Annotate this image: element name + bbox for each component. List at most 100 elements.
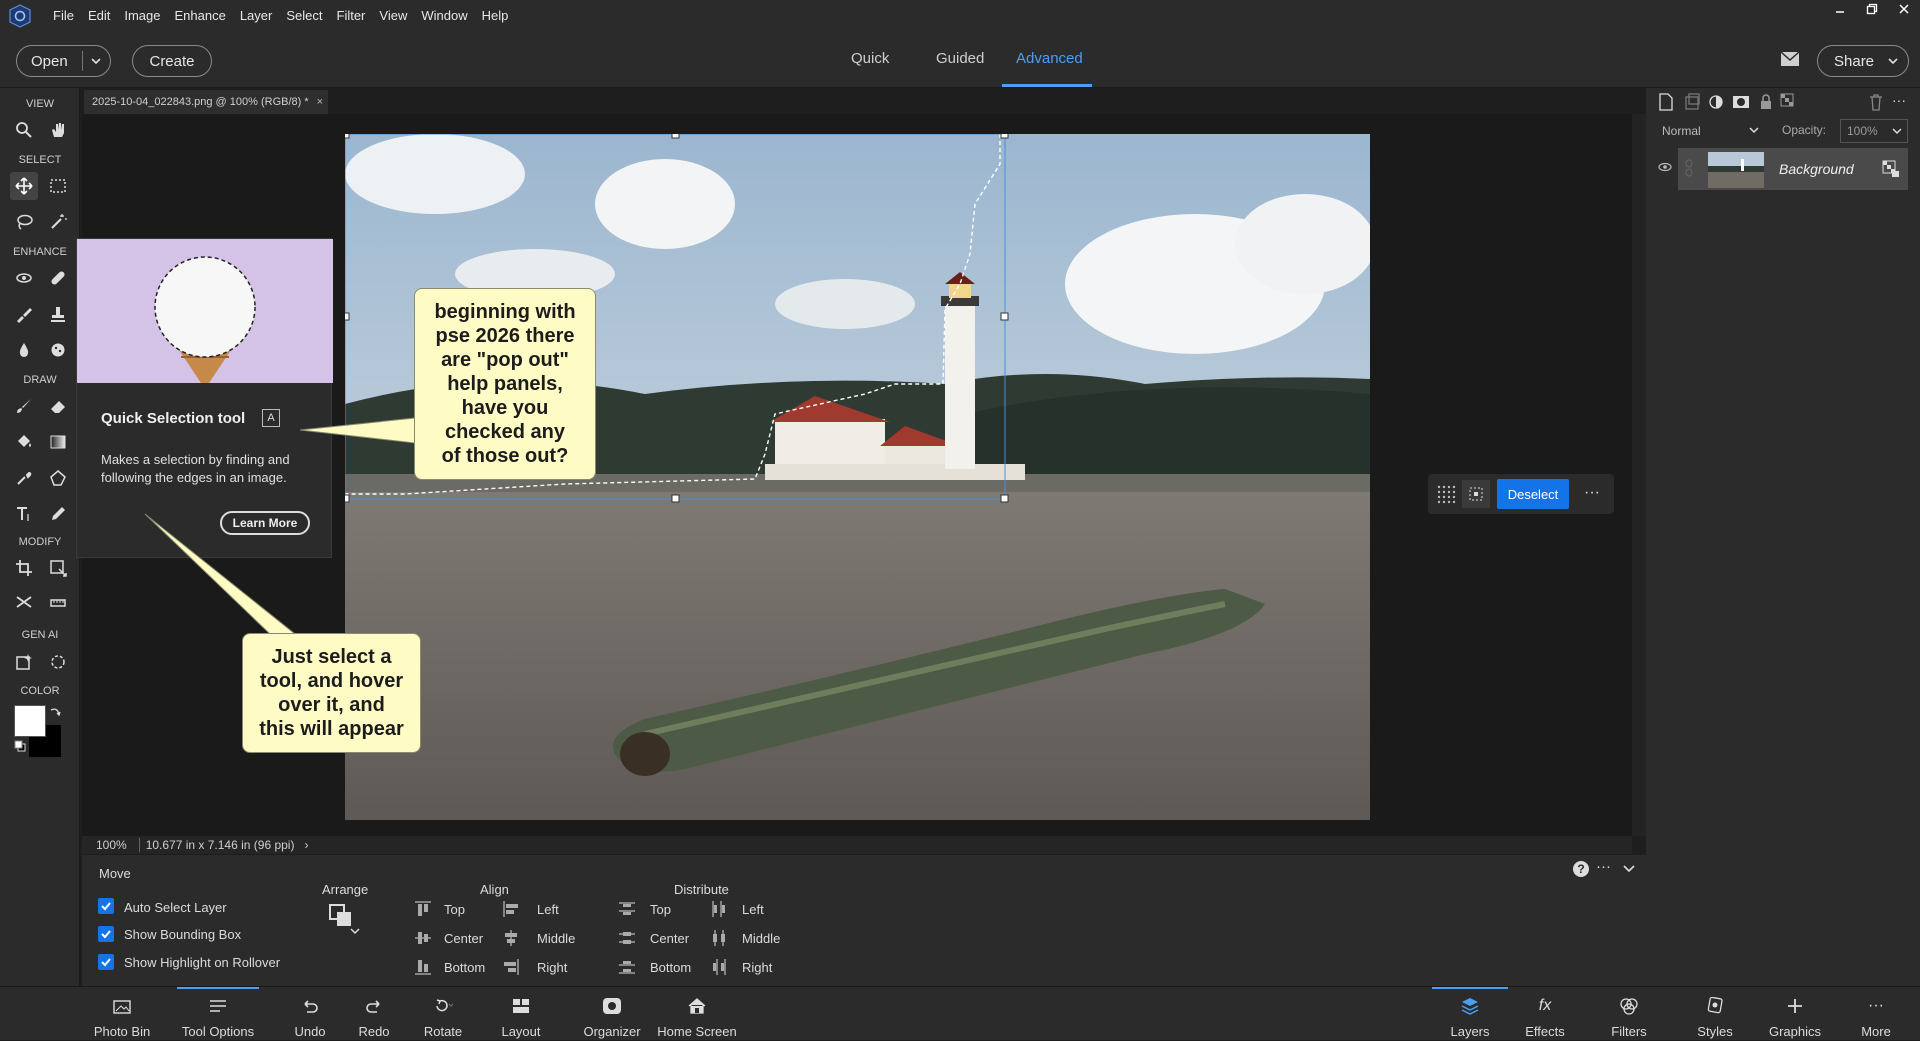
show-bounding-box-checkbox[interactable] bbox=[98, 926, 114, 942]
callout-line: this will appear bbox=[259, 718, 404, 740]
callout-line: have you bbox=[461, 397, 549, 419]
align-middle-label[interactable]: Middle bbox=[537, 931, 575, 946]
layout-icon bbox=[511, 996, 531, 1016]
opacity-label: Opacity: bbox=[1782, 123, 1827, 137]
tool-options-button[interactable]: Tool Options bbox=[177, 987, 259, 1041]
home-icon bbox=[687, 996, 707, 1016]
chevron-down-icon bbox=[1891, 125, 1903, 137]
chevron-down-icon bbox=[1748, 124, 1760, 136]
new-group-icon[interactable] bbox=[1684, 93, 1700, 111]
tool-options-label: Tool Options bbox=[181, 1024, 255, 1039]
align-bottom-icon[interactable] bbox=[414, 958, 432, 976]
lock-all-icon[interactable] bbox=[1758, 93, 1774, 111]
distribute-top-label[interactable]: Top bbox=[650, 902, 671, 917]
layer-name: Background bbox=[1779, 161, 1854, 177]
blend-mode-select[interactable]: Normal bbox=[1656, 119, 1762, 143]
distribute-right-icon[interactable] bbox=[710, 958, 728, 976]
graphics-label: Graphics bbox=[1768, 1024, 1822, 1039]
layers-button[interactable]: Layers bbox=[1432, 987, 1508, 1041]
annotation-callout-bottom: Just select a tool, and hover over it, a… bbox=[242, 633, 421, 753]
align-middle-icon[interactable] bbox=[502, 929, 520, 947]
callout-line: checked any bbox=[444, 421, 566, 443]
layout-button[interactable]: Layout bbox=[496, 987, 546, 1041]
effects-label: Effects bbox=[1525, 1024, 1565, 1039]
callout-line: tool, and hover bbox=[259, 670, 404, 692]
more-dots-icon: ··· bbox=[1868, 997, 1884, 1014]
zoom-level[interactable]: 100% bbox=[96, 838, 127, 852]
more-label: More bbox=[1861, 1024, 1891, 1039]
distribute-middle-icon[interactable] bbox=[710, 929, 728, 947]
canvas-scrollbar[interactable] bbox=[1632, 114, 1646, 836]
distribute-left-icon[interactable] bbox=[710, 900, 728, 918]
annotation-callout-top: beginning with pse 2026 there are "pop o… bbox=[414, 288, 596, 480]
styles-button[interactable]: Styles bbox=[1690, 987, 1740, 1041]
collapse-chevron-icon[interactable] bbox=[1622, 863, 1636, 875]
layer-row-background[interactable]: Background bbox=[1678, 148, 1908, 190]
align-bottom-label[interactable]: Bottom bbox=[444, 960, 485, 975]
blend-mode-value: Normal bbox=[1662, 124, 1701, 138]
filters-label: Filters bbox=[1611, 1024, 1647, 1039]
photo-bin-icon bbox=[112, 996, 132, 1016]
distribute-middle-label[interactable]: Middle bbox=[742, 931, 780, 946]
tool-options-title: Move bbox=[99, 866, 131, 881]
align-center-label[interactable]: Center bbox=[444, 931, 483, 946]
trash-icon[interactable] bbox=[1868, 93, 1884, 111]
align-heading: Align bbox=[480, 882, 509, 897]
distribute-center-icon[interactable] bbox=[618, 929, 636, 947]
more-button[interactable]: ··· More bbox=[1854, 987, 1898, 1041]
home-screen-label: Home Screen bbox=[657, 1024, 737, 1039]
layer-mask-icon[interactable] bbox=[1732, 93, 1750, 111]
visibility-eye-icon[interactable] bbox=[1658, 161, 1672, 173]
align-left-label[interactable]: Left bbox=[537, 902, 559, 917]
photo-bin-button[interactable]: Photo Bin bbox=[88, 987, 156, 1041]
filters-icon bbox=[1619, 996, 1639, 1016]
align-top-icon[interactable] bbox=[414, 900, 432, 918]
organizer-icon bbox=[602, 996, 622, 1016]
filters-button[interactable]: Filters bbox=[1604, 987, 1654, 1041]
auto-select-layer-checkbox[interactable] bbox=[98, 898, 114, 914]
tool-options-panel: Move Auto Select Layer Show Bounding Box… bbox=[82, 854, 1646, 986]
align-right-icon[interactable] bbox=[502, 958, 520, 976]
undo-button[interactable]: Undo bbox=[288, 987, 332, 1041]
redo-button[interactable]: Redo bbox=[352, 987, 396, 1041]
help-icon[interactable]: ? bbox=[1572, 860, 1590, 878]
tool-options-icon bbox=[208, 996, 228, 1016]
layout-label: Layout bbox=[501, 1024, 541, 1039]
effects-button[interactable]: fx Effects bbox=[1520, 987, 1570, 1041]
status-expand-icon[interactable]: › bbox=[304, 838, 308, 852]
align-right-label[interactable]: Right bbox=[537, 960, 567, 975]
adjustment-layer-icon[interactable] bbox=[1708, 93, 1724, 111]
opacity-field[interactable]: 100% bbox=[1840, 119, 1908, 143]
callout-line: help panels, bbox=[447, 373, 563, 395]
undo-label: Undo bbox=[294, 1024, 326, 1039]
callout-line: over it, and bbox=[278, 694, 385, 716]
svg-text:?: ? bbox=[1577, 862, 1584, 876]
redo-label: Redo bbox=[358, 1024, 390, 1039]
organizer-button[interactable]: Organizer bbox=[580, 987, 644, 1041]
distribute-top-icon[interactable] bbox=[618, 900, 636, 918]
new-layer-icon[interactable] bbox=[1658, 93, 1674, 111]
rotate-label: Rotate bbox=[423, 1024, 463, 1039]
callout-line: Just select a bbox=[271, 646, 392, 668]
distribute-bottom-label[interactable]: Bottom bbox=[650, 960, 691, 975]
arrange-icon[interactable] bbox=[328, 903, 362, 937]
align-left-icon[interactable] bbox=[502, 900, 520, 918]
styles-icon bbox=[1705, 996, 1725, 1016]
distribute-center-label[interactable]: Center bbox=[650, 931, 689, 946]
distribute-bottom-icon[interactable] bbox=[618, 958, 636, 976]
plus-icon bbox=[1785, 996, 1805, 1016]
distribute-left-label[interactable]: Left bbox=[742, 902, 764, 917]
align-center-icon[interactable] bbox=[414, 929, 432, 947]
panel-menu-icon[interactable]: ··· bbox=[1892, 92, 1906, 108]
options-more-icon[interactable]: ··· bbox=[1596, 858, 1611, 875]
rotate-button[interactable]: Rotate bbox=[418, 987, 468, 1041]
redo-icon bbox=[364, 996, 384, 1016]
show-highlight-checkbox[interactable] bbox=[98, 954, 114, 970]
distribute-right-label[interactable]: Right bbox=[742, 960, 772, 975]
callout-line: pse 2026 there bbox=[435, 325, 575, 347]
lock-transparency-icon[interactable] bbox=[1780, 93, 1798, 111]
graphics-button[interactable]: Graphics bbox=[1766, 987, 1824, 1041]
align-top-label[interactable]: Top bbox=[444, 902, 465, 917]
home-screen-button[interactable]: Home Screen bbox=[654, 987, 740, 1041]
show-bounding-box-label: Show Bounding Box bbox=[124, 927, 242, 942]
